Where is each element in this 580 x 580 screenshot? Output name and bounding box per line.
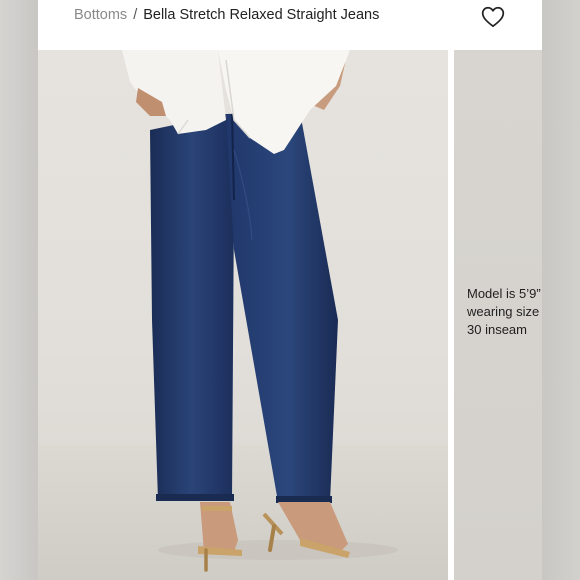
breadcrumb-separator: /: [133, 7, 138, 23]
product-photo-secondary[interactable]: Model is 5’9” wearing size 30 inseam: [454, 50, 542, 580]
model-inseam-text: 30 inseam: [467, 322, 527, 337]
breadcrumb-link-bottoms[interactable]: Bottoms: [74, 7, 127, 23]
model-jeans-illustration: [38, 50, 448, 580]
model-size-info: Model is 5’9” wearing size 30 inseam: [467, 285, 542, 339]
model-height-text: Model is 5’9”: [467, 286, 541, 301]
heart-icon[interactable]: [480, 4, 506, 30]
product-page: Bottoms / Bella Stretch Relaxed Straight J…: [38, 0, 542, 580]
right-frame-border: [542, 0, 580, 580]
left-frame-border: [0, 0, 38, 580]
breadcrumb: Bottoms / Bella Stretch Relaxed Straight J…: [74, 7, 379, 23]
model-size-text: wearing size: [467, 304, 540, 319]
product-photo-main[interactable]: [38, 50, 448, 580]
product-header: Bottoms / Bella Stretch Relaxed Straight J…: [38, 0, 542, 50]
breadcrumb-current-product: Bella Stretch Relaxed Straight Jeans: [143, 7, 380, 23]
